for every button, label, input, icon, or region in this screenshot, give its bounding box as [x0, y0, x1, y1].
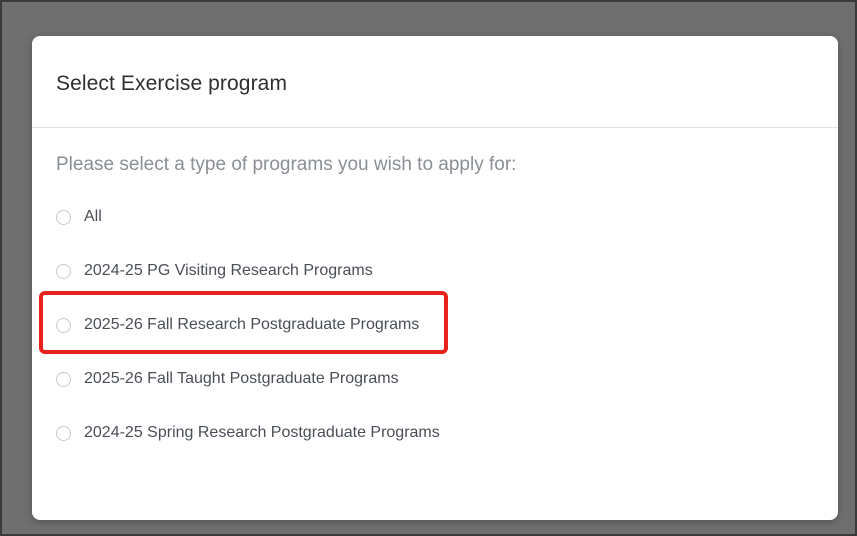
radio-button[interactable] — [56, 317, 71, 333]
radio-button[interactable] — [56, 371, 71, 387]
radio-button[interactable] — [56, 263, 71, 279]
prompt-text: Please select a type of programs you wis… — [56, 154, 517, 175]
dialog-title: Select Exercise program — [56, 72, 288, 95]
option-label: 2024-25 Spring Research Postgraduate Pro… — [84, 424, 440, 441]
option-label: 2025-26 Fall Taught Postgraduate Program… — [84, 370, 399, 387]
radio-button[interactable] — [56, 209, 71, 225]
radio-button[interactable] — [56, 425, 71, 441]
option-label: 2025-26 Fall Research Postgraduate Progr… — [84, 316, 420, 333]
option-label: All — [84, 208, 102, 225]
select-program-dialog: Select Exercise program Please select a … — [32, 36, 838, 520]
option-2024-25-pg-visiting-research[interactable]: 2024-25 PG Visiting Research Programs — [56, 256, 373, 286]
dialog-header: Select Exercise program — [32, 36, 838, 128]
option-2024-25-spring-research-postgraduate[interactable]: 2024-25 Spring Research Postgraduate Pro… — [56, 418, 440, 448]
option-2025-26-fall-research-postgraduate[interactable]: 2025-26 Fall Research Postgraduate Progr… — [56, 310, 419, 340]
option-label: 2024-25 PG Visiting Research Programs — [84, 262, 373, 279]
option-all[interactable]: All — [56, 202, 102, 232]
option-2025-26-fall-taught-postgraduate[interactable]: 2025-26 Fall Taught Postgraduate Program… — [56, 364, 399, 394]
